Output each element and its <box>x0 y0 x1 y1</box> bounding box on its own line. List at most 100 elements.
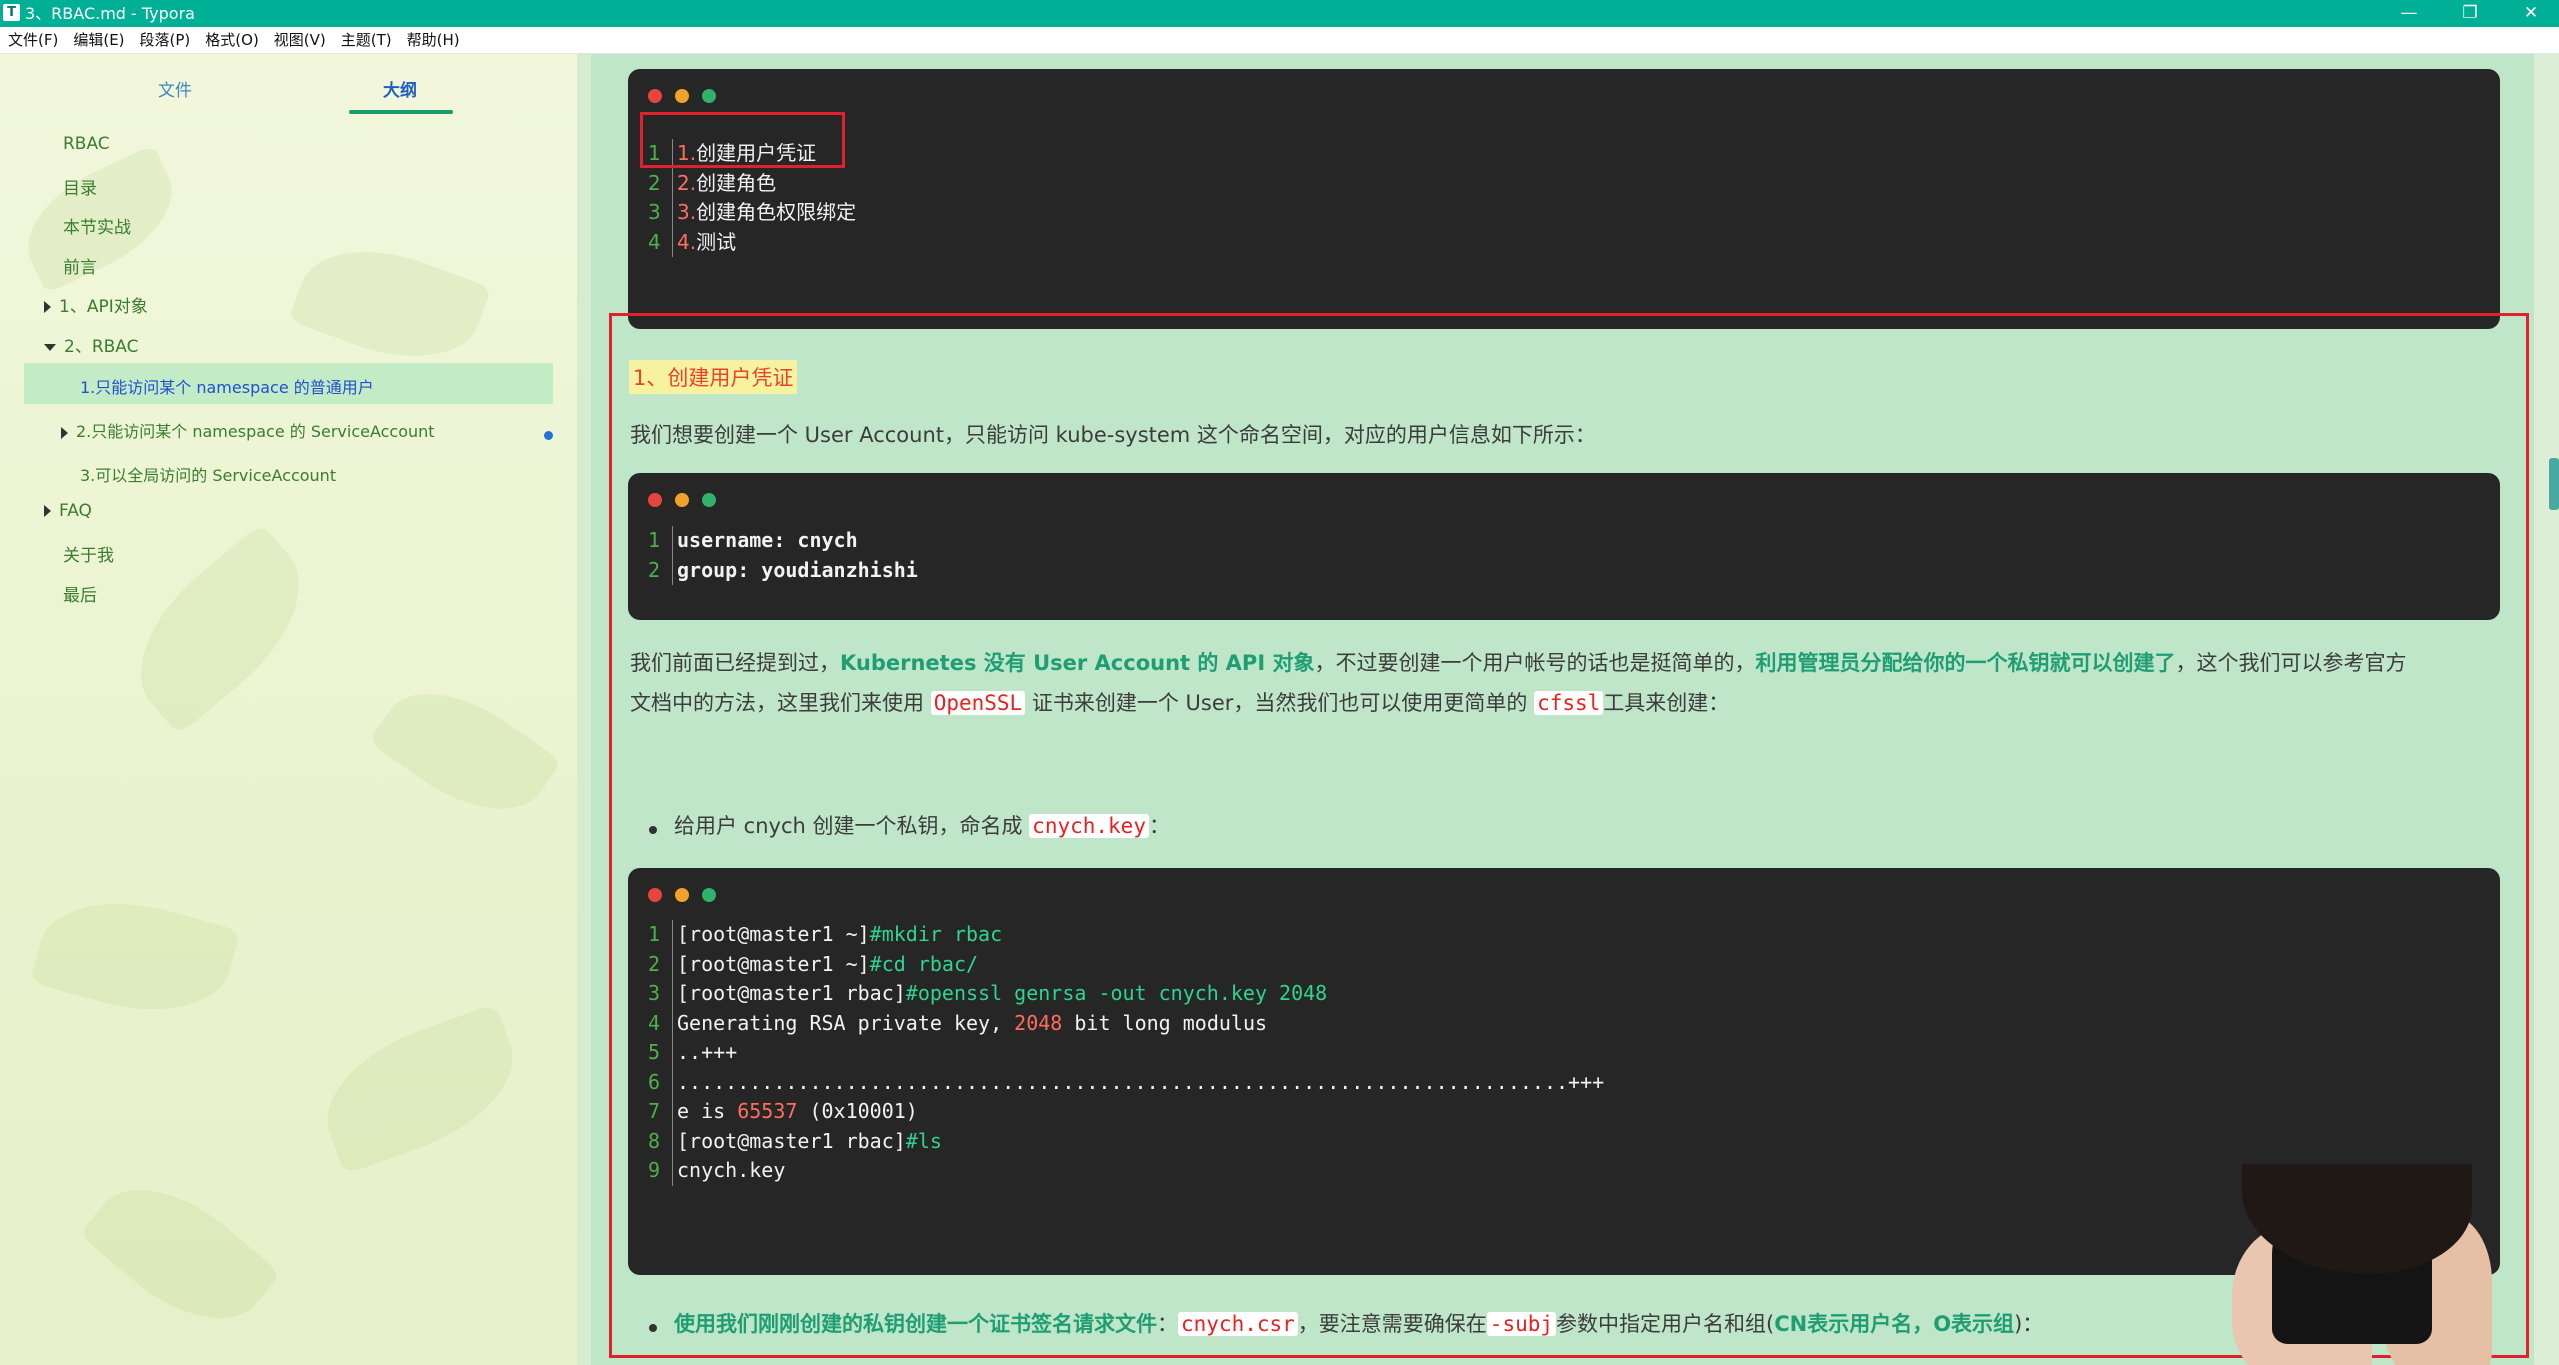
outline-item-label: 1.只能访问某个 namespace 的普通用户 <box>80 378 374 397</box>
sidebar-splitter[interactable] <box>577 54 591 1365</box>
code-line: 2 group: youdianzhishi <box>648 555 918 585</box>
line-number: 2 <box>648 170 661 195</box>
outline-item-rbac-section[interactable]: 2、RBAC <box>44 332 139 357</box>
code-line: 4 4.测试 <box>648 227 856 257</box>
code-block-user-info[interactable]: 1 username: cnych 2 group: youdianzhishi <box>628 473 2500 620</box>
text-run: 我们前面已经提到过， <box>630 651 840 675</box>
inline-code-cfssl: cfssl <box>1534 691 1604 715</box>
inline-code-csr: cnych.csr <box>1178 1312 1298 1336</box>
annotation-highlight-box <box>640 112 845 168</box>
shell-prompt: [root@master1 rbac] <box>677 981 906 1005</box>
code-line: 7 e is 65537 (0x10001) <box>648 1097 1604 1127</box>
text-run: ，不过要创建一个用户帐号的话也是挺简单的， <box>1314 651 1756 675</box>
leaf-decoration <box>288 226 492 382</box>
outline-item-faq[interactable]: FAQ <box>44 501 92 521</box>
menu-edit[interactable]: 编辑(E) <box>65 27 131 54</box>
menu-format[interactable]: 格式(O) <box>197 27 266 54</box>
menu-paragraph[interactable]: 段落(P) <box>132 27 198 54</box>
code-line: 3 [root@master1 rbac]#openssl genrsa -out… <box>648 979 1604 1009</box>
shell-output: (0x10001) <box>797 1099 918 1123</box>
code-line: 1 [root@master1 ~]#mkdir rbac <box>648 920 1604 950</box>
editor-scrollbar[interactable] <box>2534 54 2559 1365</box>
inline-code-subj: -subj <box>1486 1312 1557 1336</box>
leaf-decoration <box>29 881 241 1032</box>
expand-arrow-icon[interactable] <box>61 426 68 439</box>
paragraph-explanation-line2: 文档中的方法，这里我们来使用 OpenSSL 证书来创建一个 User，当然我们… <box>630 683 1729 723</box>
outline-item-label: 关于我 <box>63 546 114 566</box>
scrollbar-thumb[interactable] <box>2549 458 2559 510</box>
code-line: 1 username: cnych <box>648 526 918 556</box>
outline-item-label: 3.可以全局访问的 ServiceAccount <box>80 466 337 485</box>
outline-item-api-objects[interactable]: 1、API对象 <box>44 292 148 317</box>
code-line: 2 [root@master1 ~]#cd rbac/ <box>648 949 1604 979</box>
menu-help[interactable]: 帮助(H) <box>399 27 467 54</box>
outline-item-global-serviceaccount[interactable]: 3.可以全局访问的 ServiceAccount <box>80 462 336 486</box>
window-dots <box>648 84 729 103</box>
line-number: 9 <box>648 1158 661 1182</box>
code-block-shell[interactable]: 1 [root@master1 ~]#mkdir rbac 2 [root@mast… <box>628 868 2500 1275</box>
outline-item-label: 目录 <box>63 179 97 199</box>
code-line: 6.......................................… <box>648 1067 1605 1097</box>
maximize-button[interactable]: ❐ <box>2450 2 2490 24</box>
expand-arrow-icon[interactable] <box>44 301 51 313</box>
background-photo <box>2232 1164 2512 1365</box>
current-position-dot <box>544 431 553 440</box>
step-number: 4. <box>677 229 697 254</box>
line-number: 4 <box>648 229 661 254</box>
code-line: 8 [root@master1 rbac]#ls <box>648 1126 1604 1156</box>
editor[interactable]: 1 1.创建用户凭证 2 2.创建角色 3 3.创建角色权限绑定 4 4.测试 1、创建… <box>577 54 2559 1365</box>
text-run: 给用户 cnych 创建一个私钥，命名成 <box>674 814 1030 838</box>
text-run: ，要注意需要确保在 <box>1297 1312 1487 1336</box>
code-line: 2 2.创建角色 <box>648 168 856 198</box>
outline-item-last[interactable]: 最后 <box>63 581 97 606</box>
line-number: 1 <box>648 922 661 946</box>
code-lines: 1 [root@master1 ~]#mkdir rbac 2 [root@mast… <box>648 920 1604 1186</box>
bullet-point <box>649 1324 657 1332</box>
menu-view[interactable]: 视图(V) <box>266 27 333 54</box>
menu-theme[interactable]: 主题(T) <box>333 27 399 54</box>
outline-item-normal-user[interactable]: 1.只能访问某个 namespace 的普通用户 <box>80 374 374 398</box>
step-text: 创建角色权限绑定 <box>696 200 857 224</box>
shell-command: #mkdir rbac <box>869 922 1003 946</box>
tab-outline[interactable]: 大纲 <box>383 76 417 101</box>
list-item-create-key: 给用户 cnych 创建一个私钥，命名成 cnych.key： <box>674 806 1170 846</box>
code-block-steps[interactable]: 1 1.创建用户凭证 2 2.创建角色 3 3.创建角色权限绑定 4 4.测试 <box>628 69 2500 329</box>
step-number: 3. <box>677 200 697 224</box>
dot-red-icon <box>648 888 662 902</box>
dot-red-icon <box>648 89 662 103</box>
emphasis-text: CN表示用户名，O表示组 <box>1774 1312 2015 1336</box>
dot-yellow-icon <box>675 493 689 507</box>
collapse-arrow-icon[interactable] <box>44 343 56 351</box>
line-number: 1 <box>648 528 661 552</box>
leaf-decoration <box>78 1157 282 1351</box>
active-tab-indicator <box>349 110 453 114</box>
shell-output: ........................................… <box>677 1069 1605 1094</box>
outline-item-about[interactable]: 关于我 <box>63 541 114 566</box>
outline-item-rbac[interactable]: RBAC <box>63 134 110 154</box>
outline-item-practice[interactable]: 本节实战 <box>63 213 131 238</box>
minimize-button[interactable]: — <box>2389 2 2429 24</box>
menu-file[interactable]: 文件(F) <box>0 27 65 54</box>
outline-item-label: 前言 <box>63 258 97 278</box>
dot-green-icon <box>702 89 716 103</box>
outline-item-toc[interactable]: 目录 <box>63 174 97 199</box>
paragraph-explanation-line1: 我们前面已经提到过，Kubernetes 没有 User Account 的 A… <box>630 643 2406 683</box>
shell-command: #openssl genrsa -out cnych.key 2048 <box>905 981 1328 1005</box>
outline-item-label: 2.只能访问某个 namespace 的 ServiceAccount <box>76 422 435 441</box>
outline-item-serviceaccount[interactable]: 2.只能访问某个 namespace 的 ServiceAccount <box>61 418 435 442</box>
code-lines: 1 username: cnych 2 group: youdianzhishi <box>648 526 918 585</box>
dot-green-icon <box>702 493 716 507</box>
text-run: 文档中的方法，这里我们来使用 <box>630 691 931 715</box>
list-item-create-csr: 使用我们刚刚创建的私钥创建一个证书签名请求文件： cnych.csr ，要注意需要确… <box>674 1304 2043 1344</box>
emphasis-text: 使用我们刚刚创建的私钥创建一个证书签名请求文件 <box>674 1312 1157 1336</box>
line-number: 5 <box>648 1040 661 1064</box>
sidebar: 文件 大纲 RBAC 目录 本节实战 前言 1、API对象 2、RBAC 1.只… <box>0 54 577 1365</box>
expand-arrow-icon[interactable] <box>44 505 51 517</box>
shell-number: 2048 <box>1014 1010 1063 1035</box>
close-button[interactable]: ✕ <box>2511 2 2551 24</box>
shell-output: ..+++ <box>677 1040 738 1064</box>
outline-item-label: 2、RBAC <box>64 337 139 357</box>
paragraph-intro: 我们想要创建一个 User Account，只能访问 kube-system 这… <box>630 423 1596 447</box>
outline-item-preface[interactable]: 前言 <box>63 253 97 278</box>
tab-files[interactable]: 文件 <box>158 76 192 101</box>
